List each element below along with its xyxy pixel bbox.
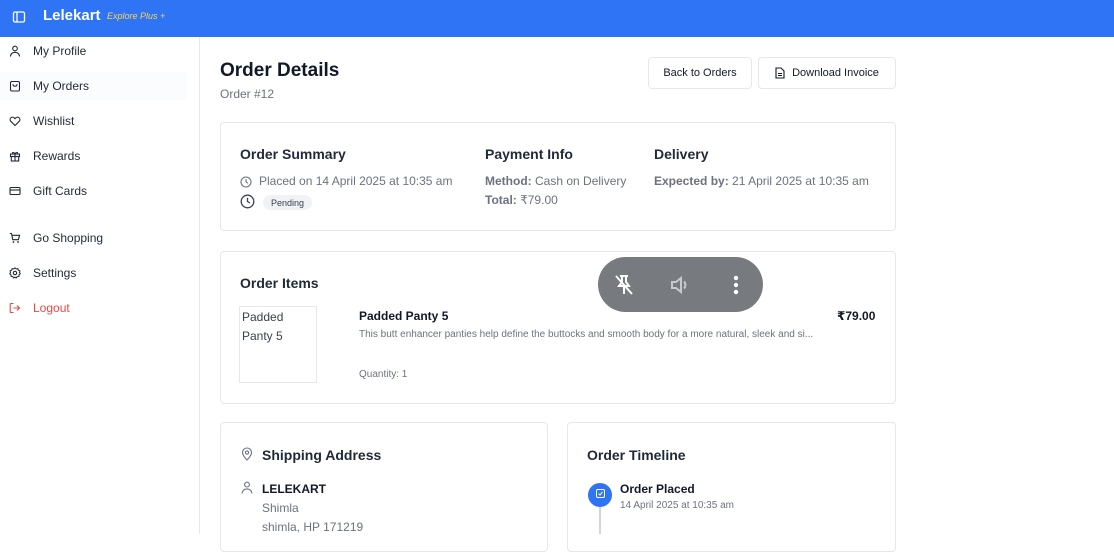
- brand-logo[interactable]: Lelekart: [43, 7, 101, 24]
- status-badge: Pending: [263, 195, 313, 210]
- sidebar-item-label: My Orders: [33, 79, 90, 93]
- timeline-connector: [599, 507, 601, 534]
- pin-off-icon[interactable]: [612, 273, 636, 297]
- sidebar: My Profile My Orders Wishlist Rewards Gi…: [0, 37, 200, 534]
- cart-icon: [8, 232, 21, 245]
- sidebar-item-settings[interactable]: Settings: [0, 259, 186, 287]
- payment-method-value: Cash on Delivery: [535, 174, 627, 188]
- volume-icon[interactable]: [668, 273, 692, 297]
- gear-icon: [8, 267, 21, 280]
- product-description: This butt enhancer panties help define t…: [359, 329, 814, 340]
- sidebar-item-label: Settings: [33, 266, 77, 280]
- sidebar-item-label: Rewards: [33, 149, 81, 163]
- placed-date: Placed on 14 April 2025 at 10:35 am: [259, 174, 453, 188]
- media-overlay-controls: [598, 257, 763, 312]
- clock-icon: [240, 194, 255, 214]
- shipping-address-title: Shipping Address: [262, 447, 382, 463]
- heart-icon: [8, 115, 21, 128]
- shopping-bag-icon: [8, 80, 21, 93]
- order-number: Order #12: [220, 87, 275, 101]
- timeline-event-time: 14 April 2025 at 10:35 am: [620, 500, 734, 511]
- product-quantity: Quantity: 1: [359, 369, 408, 380]
- sidebar-item-label: Go Shopping: [33, 231, 104, 245]
- payment-total: Total: ₹79.00: [485, 193, 558, 207]
- sidebar-item-go-shopping[interactable]: Go Shopping: [0, 224, 186, 252]
- download-invoice-label: Download Invoice: [792, 67, 879, 79]
- gift-icon: [8, 150, 21, 163]
- timeline-event-label: Order Placed: [620, 482, 695, 496]
- brand-tagline[interactable]: Explore Plus +: [107, 11, 165, 21]
- sidebar-item-label: Logout: [33, 301, 70, 315]
- order-timeline-title: Order Timeline: [587, 447, 686, 463]
- back-to-orders-button[interactable]: Back to Orders: [648, 57, 752, 89]
- sidebar-item-wishlist[interactable]: Wishlist: [0, 107, 186, 135]
- top-bar: Lelekart Explore Plus +: [0, 0, 1114, 37]
- payment-total-value: ₹79.00: [520, 193, 558, 207]
- delivery-expected-value: 21 April 2025 at 10:35 am: [732, 174, 869, 188]
- order-timeline-card: [567, 422, 896, 552]
- credit-card-icon: [8, 185, 21, 198]
- shipping-name: LELEKART: [262, 482, 326, 496]
- sidebar-item-rewards[interactable]: Rewards: [0, 142, 186, 170]
- payment-total-label: Total:: [485, 193, 517, 207]
- timeline-dot: [588, 483, 612, 507]
- sidebar-item-label: My Profile: [33, 44, 87, 58]
- product-name[interactable]: Padded Panty 5: [359, 309, 448, 323]
- payment-method: Method: Cash on Delivery: [485, 174, 626, 188]
- payment-method-label: Method:: [485, 174, 532, 188]
- sidebar-item-gift-cards[interactable]: Gift Cards: [0, 177, 186, 205]
- delivery-expected: Expected by: 21 April 2025 at 10:35 am: [654, 174, 869, 188]
- check-icon: [595, 486, 606, 504]
- shipping-line-2: shimla, HP 171219: [262, 520, 364, 534]
- shipping-line-1: Shimla: [262, 501, 299, 515]
- sidebar-item-label: Wishlist: [33, 114, 75, 128]
- delivery-expected-label: Expected by:: [654, 174, 729, 188]
- logout-icon: [8, 302, 21, 315]
- payment-info-title: Payment Info: [485, 146, 573, 162]
- order-summary-title: Order Summary: [240, 146, 346, 162]
- clock-icon: [240, 175, 252, 193]
- order-items-title: Order Items: [240, 275, 319, 291]
- user-icon: [8, 45, 21, 58]
- file-icon: [775, 67, 785, 79]
- sidebar-item-my-profile[interactable]: My Profile: [0, 37, 186, 65]
- map-pin-icon: [240, 447, 254, 466]
- page-title: Order Details: [220, 60, 340, 81]
- more-vertical-icon[interactable]: [724, 273, 748, 297]
- download-invoice-button[interactable]: Download Invoice: [758, 57, 896, 89]
- sidebar-item-logout[interactable]: Logout: [0, 294, 186, 322]
- user-icon: [241, 481, 253, 499]
- sidebar-toggle-icon[interactable]: [12, 10, 26, 24]
- sidebar-item-my-orders[interactable]: My Orders: [0, 72, 186, 100]
- sidebar-item-label: Gift Cards: [33, 184, 88, 198]
- delivery-title: Delivery: [654, 146, 709, 162]
- product-image[interactable]: Padded Panty 5: [239, 306, 317, 383]
- product-price: ₹79.00: [837, 309, 876, 323]
